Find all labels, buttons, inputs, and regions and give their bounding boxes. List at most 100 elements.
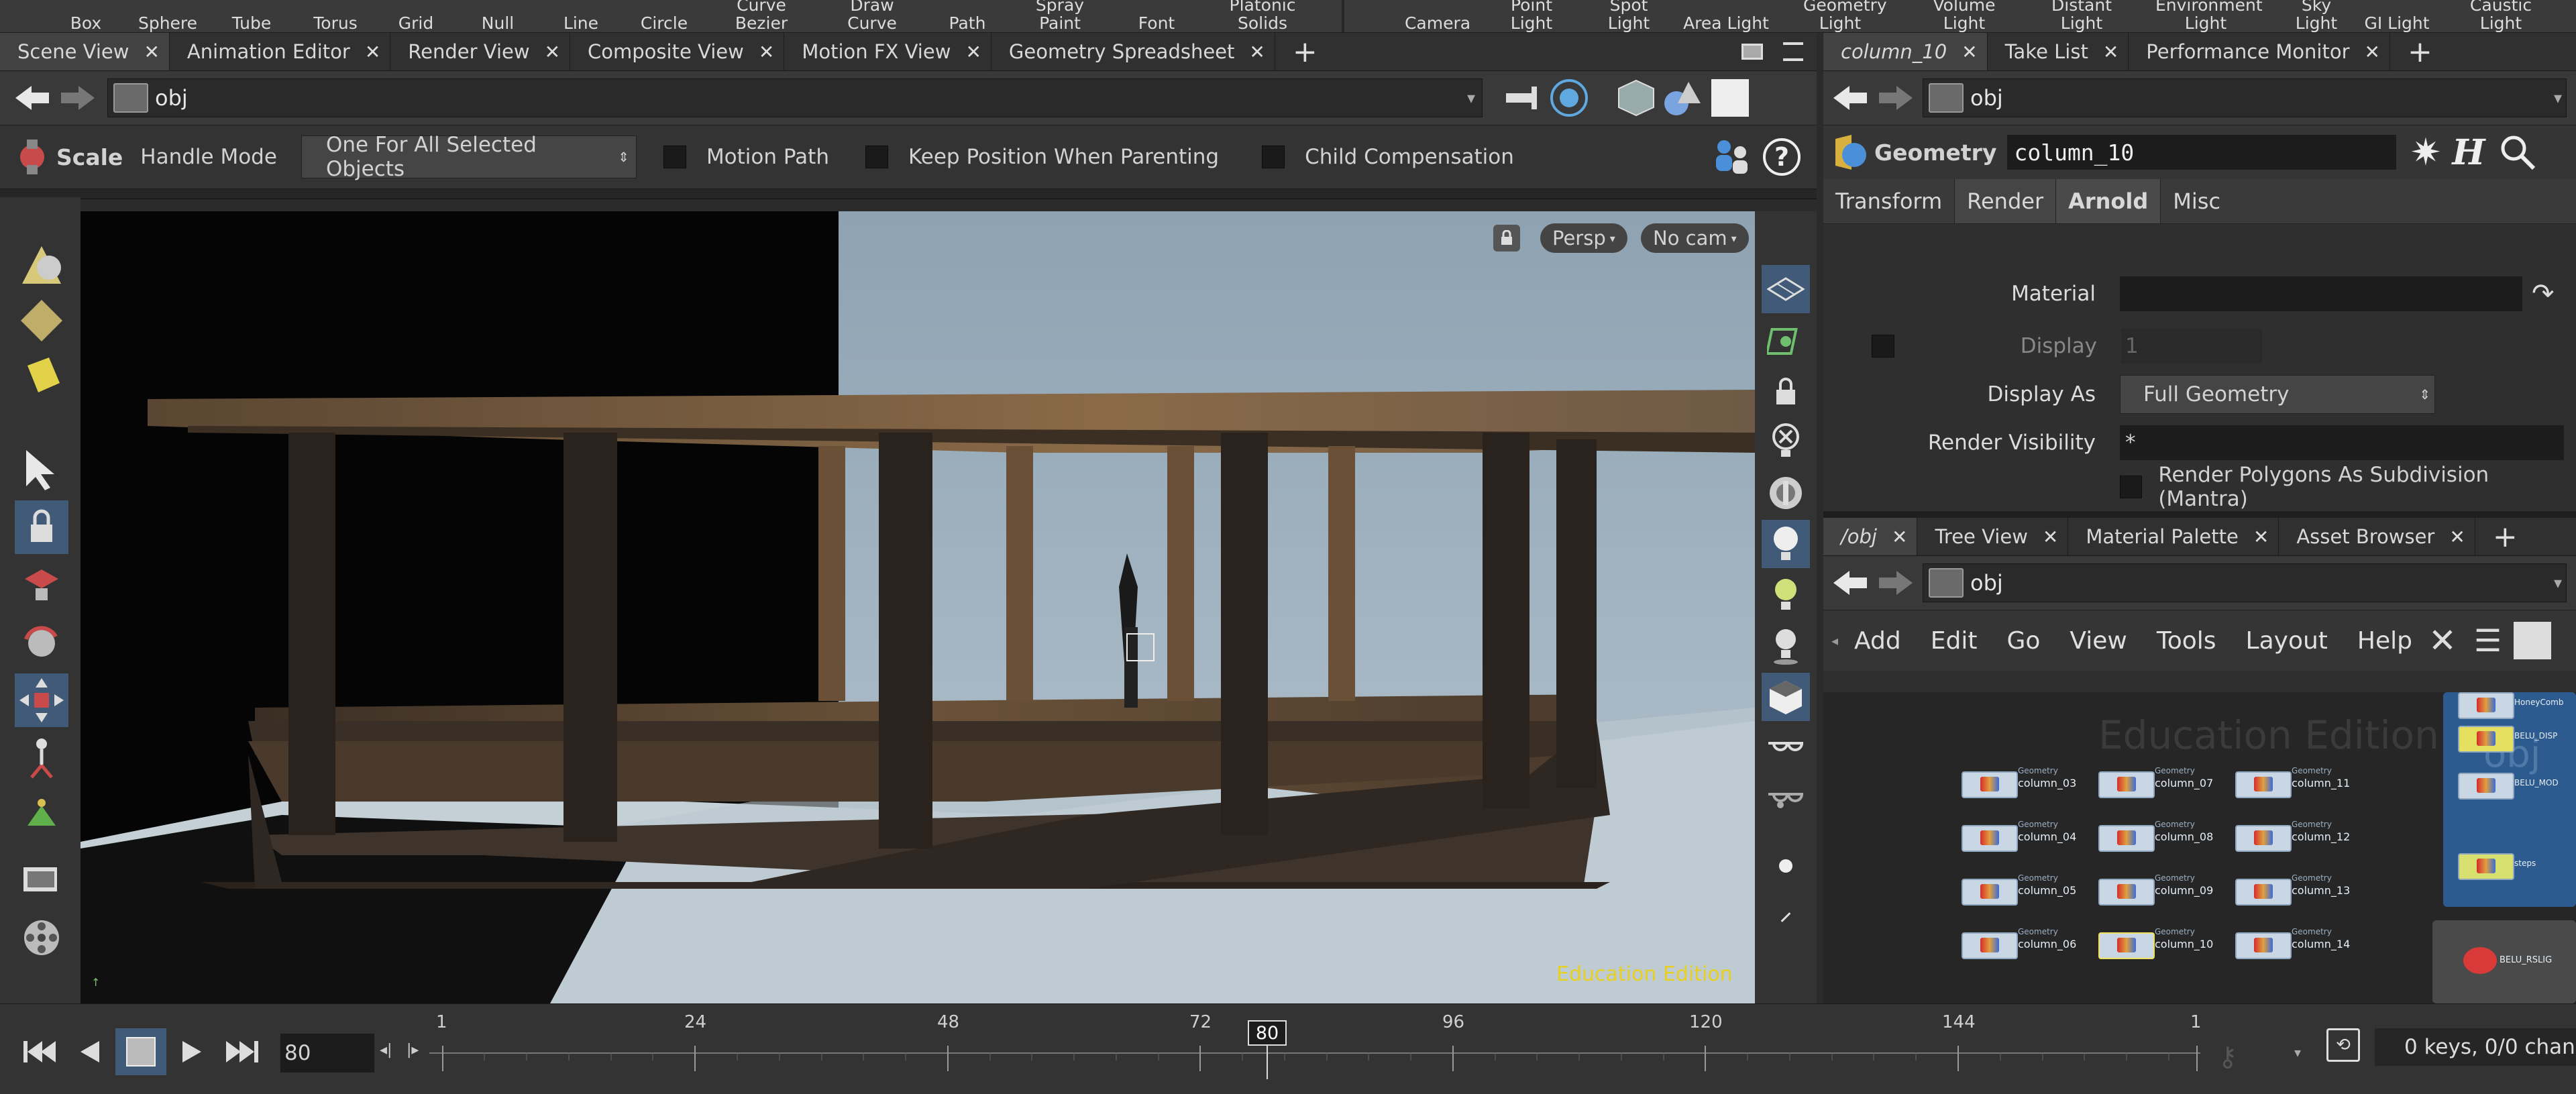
- houdini-help-icon[interactable]: H: [2452, 132, 2485, 173]
- tab-obj-network[interactable]: /obj ✕: [1823, 518, 1918, 555]
- shelf-path[interactable]: Path: [947, 0, 987, 32]
- param-tab-misc[interactable]: Misc: [2161, 179, 2233, 223]
- shading-mode-icon[interactable]: [1707, 74, 1754, 121]
- tab-composite-view[interactable]: Composite View ✕: [570, 33, 785, 70]
- play-reverse-icon[interactable]: [64, 1028, 115, 1075]
- display-toggle-checkbox[interactable]: [1872, 335, 1894, 358]
- visualizer-glasses-icon[interactable]: [1762, 724, 1810, 772]
- node-column-14[interactable]: Geometry column_14: [2235, 923, 2383, 970]
- jump-start-icon[interactable]: [17, 1028, 64, 1075]
- param-tab-render[interactable]: Render: [1955, 179, 2057, 223]
- menu-help[interactable]: Help: [2357, 627, 2412, 655]
- rotate-tool-icon[interactable]: [15, 616, 68, 669]
- current-frame-field[interactable]: 80: [280, 1034, 374, 1073]
- select-arrow-icon[interactable]: [15, 443, 68, 496]
- path-field[interactable]: obj ▾: [1923, 563, 2567, 602]
- display-options-icon[interactable]: [1762, 469, 1810, 517]
- close-icon[interactable]: ✕: [2253, 526, 2269, 548]
- render-polygons-checkbox[interactable]: [2120, 476, 2143, 498]
- menu-go[interactable]: Go: [2006, 627, 2040, 655]
- key-dropdown-icon[interactable]: ▾: [2294, 1044, 2301, 1060]
- menu-add[interactable]: Add: [1854, 627, 1901, 655]
- pin-icon[interactable]: [1499, 74, 1546, 121]
- viewport-lock-icon[interactable]: [1493, 225, 1520, 252]
- menu-edit[interactable]: Edit: [1931, 627, 1978, 655]
- network-box[interactable]: obj HoneyComb BELU_DISP BELU_MOD steps: [2443, 692, 2576, 907]
- shelf-line[interactable]: Line: [561, 0, 601, 32]
- render-region-icon[interactable]: [15, 853, 68, 907]
- close-icon[interactable]: ✕: [2365, 41, 2380, 63]
- texture-checker-icon[interactable]: [1762, 673, 1810, 721]
- menu-view[interactable]: View: [2070, 627, 2127, 655]
- tab-asset-browser[interactable]: Asset Browser ✕: [2279, 518, 2475, 555]
- network-canvas[interactable]: Education Edition Geometry column_03 Geom…: [1823, 692, 2576, 1003]
- path-field[interactable]: obj ▾: [1923, 78, 2567, 117]
- close-icon[interactable]: ✕: [2103, 41, 2118, 63]
- pane-menu-icon[interactable]: [1783, 42, 1803, 61]
- path-dropdown-icon[interactable]: ▾: [2554, 573, 2562, 592]
- path-dropdown-icon[interactable]: ▾: [2554, 89, 2562, 107]
- node-column-11[interactable]: Geometry column_11: [2235, 762, 2383, 809]
- tab-material-palette[interactable]: Material Palette ✕: [2068, 518, 2279, 555]
- node-steps[interactable]: steps: [2458, 844, 2576, 891]
- move-tool-icon[interactable]: [15, 558, 68, 612]
- shelf-curve-bezier[interactable]: Curve Bezier: [711, 0, 812, 32]
- headlight-icon[interactable]: [1762, 520, 1810, 568]
- scale-tool-button-icon[interactable]: [15, 673, 68, 727]
- close-icon[interactable]: ✕: [2449, 526, 2465, 548]
- shadows-light-icon[interactable]: [1762, 622, 1810, 670]
- 3d-viewport[interactable]: Persp ▾ No cam ▾ Education Edition ↑: [80, 211, 1755, 1003]
- forward-arrow-icon[interactable]: [1873, 559, 1920, 606]
- close-icon[interactable]: ✕: [759, 41, 774, 63]
- step-back-icon[interactable]: ◂|: [380, 1042, 392, 1058]
- shelf-environment-light[interactable]: Environment Light: [2152, 0, 2263, 32]
- shelf-torus[interactable]: Torus: [305, 0, 366, 32]
- shelf-caustic-light[interactable]: Caustic Light: [2447, 0, 2555, 32]
- keep-position-checkbox[interactable]: [865, 146, 888, 168]
- shaded-spheres-icon[interactable]: [1660, 74, 1707, 121]
- display-field[interactable]: 1: [2121, 329, 2262, 364]
- persp-camera-menu[interactable]: Persp ▾: [1540, 223, 1627, 253]
- shelf-volume-light[interactable]: Volume Light: [1911, 0, 2018, 32]
- close-icon[interactable]: ✕: [144, 41, 159, 63]
- forward-arrow-icon[interactable]: [55, 74, 102, 121]
- key-icon[interactable]: ⚷: [2218, 1042, 2237, 1073]
- tab-scene-view[interactable]: Scene View ✕: [0, 33, 170, 70]
- close-icon[interactable]: ✕: [1892, 526, 1907, 548]
- path-field[interactable]: obj ▾: [107, 78, 1483, 117]
- path-dropdown-icon[interactable]: ▾: [1467, 89, 1475, 107]
- add-tab-icon[interactable]: +: [1293, 35, 1318, 69]
- light-network-box[interactable]: BELU_RSLIG: [2432, 920, 2576, 1003]
- shelf-area-light[interactable]: Area Light: [1682, 0, 1770, 32]
- close-icon[interactable]: ✕: [365, 41, 380, 63]
- list-view-icon[interactable]: [2514, 622, 2552, 659]
- tree-layout-icon[interactable]: ☰: [2474, 622, 2502, 659]
- close-icon[interactable]: ✕: [1962, 41, 1977, 63]
- menu-tools[interactable]: Tools: [2157, 627, 2216, 655]
- back-arrow-icon[interactable]: [1826, 74, 1873, 121]
- point-size-icon[interactable]: [1762, 842, 1810, 890]
- pose-tool-icon[interactable]: [15, 731, 68, 785]
- users-icon[interactable]: [1709, 135, 1754, 179]
- param-tab-arnold[interactable]: Arnold: [2056, 179, 2161, 223]
- select-points-icon[interactable]: [15, 294, 68, 347]
- node-column-03[interactable]: Geometry column_03: [1962, 762, 2109, 809]
- render-visibility-field[interactable]: *: [2120, 425, 2564, 460]
- hide-light-icon[interactable]: [1762, 418, 1810, 466]
- param-tab-transform[interactable]: Transform: [1823, 179, 1955, 223]
- node-column-04[interactable]: Geometry column_04: [1962, 816, 2109, 863]
- handle-mode-dropdown[interactable]: One For All Selected Objects ⇕: [301, 133, 637, 181]
- node-column-09[interactable]: Geometry column_09: [2098, 869, 2246, 916]
- auto-key-icon[interactable]: ⟲: [2326, 1028, 2360, 1062]
- select-primitives-icon[interactable]: [15, 349, 68, 402]
- back-arrow-icon[interactable]: [1826, 559, 1873, 606]
- grid-plane-icon[interactable]: [1762, 265, 1810, 313]
- shelf-gi-light[interactable]: GI Light: [2360, 0, 2434, 32]
- shelf-circle[interactable]: Circle: [637, 0, 691, 32]
- motion-path-checkbox[interactable]: [663, 146, 686, 168]
- snap-icon[interactable]: [1762, 316, 1810, 364]
- shelf-camera[interactable]: Camera: [1405, 0, 1470, 32]
- gear-icon[interactable]: ✷: [2410, 131, 2441, 174]
- tab-column-10[interactable]: column_10 ✕: [1823, 33, 1988, 70]
- wrench-icon[interactable]: ✕: [2428, 621, 2457, 660]
